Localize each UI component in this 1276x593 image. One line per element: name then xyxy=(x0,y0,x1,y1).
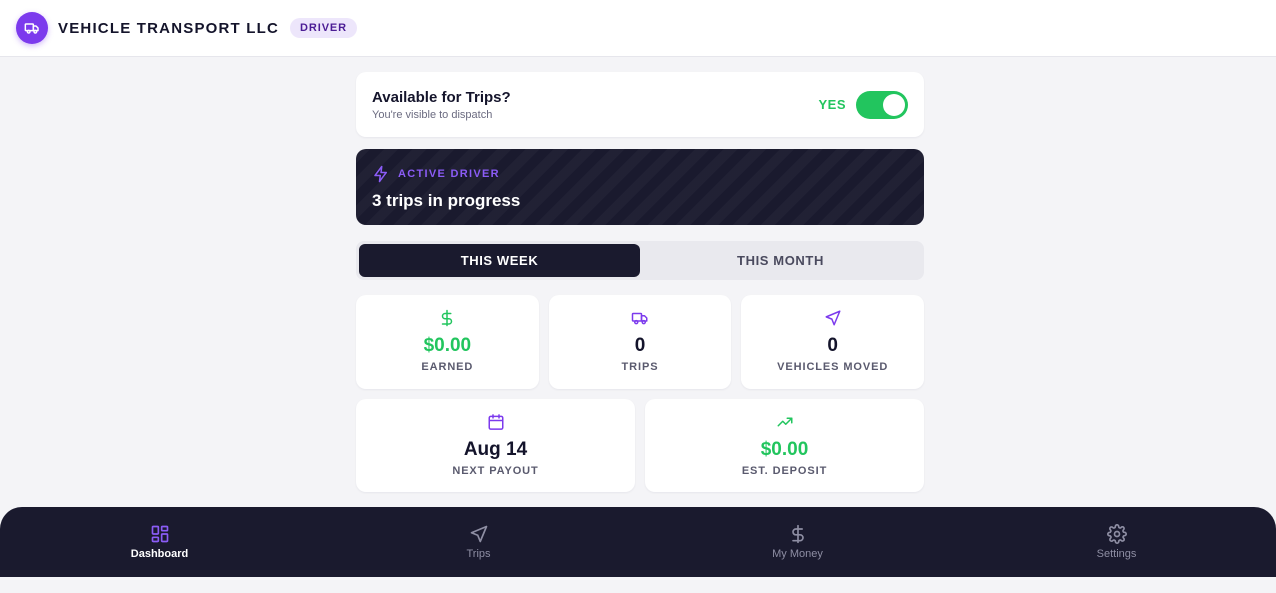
bottom-navigation: Dashboard Trips My Money Settings xyxy=(0,507,1276,577)
bottom-spacer xyxy=(0,577,1276,593)
nav-my-money-label: My Money xyxy=(772,548,823,560)
availability-text: Available for Trips? You're visible to d… xyxy=(372,89,511,121)
dollar-icon xyxy=(442,309,453,327)
vehicles-moved-label: VEHICLES MOVED xyxy=(777,361,889,373)
availability-state-label: YES xyxy=(818,97,846,112)
gear-icon xyxy=(1106,524,1127,544)
dashboard-icon xyxy=(151,525,168,543)
trips-value: 0 xyxy=(634,335,646,356)
active-trips-text: 3 trips in progress xyxy=(372,191,521,210)
availability-subtitle: You're visible to dispatch xyxy=(372,108,493,121)
stat-vehicles-moved: 0 VEHICLES MOVED xyxy=(741,295,925,389)
vehicles-moved-value: 0 xyxy=(827,335,838,356)
trending-up-icon xyxy=(777,417,792,427)
tab-this-month[interactable]: THIS MONTH xyxy=(640,244,921,277)
stats-row-bottom: Aug 14 NEXT PAYOUT $0.00 EST. DEPOSIT xyxy=(356,399,924,492)
nav-dashboard-label: Dashboard xyxy=(130,548,189,560)
lightning-icon xyxy=(374,165,387,183)
availability-control: YES xyxy=(818,90,908,119)
est-deposit-value: $0.00 xyxy=(760,439,809,460)
next-payout-label: NEXT PAYOUT xyxy=(452,465,539,477)
company-name: VEHICLE TRANSPORT LLC xyxy=(58,19,280,37)
toggle-knob xyxy=(883,93,905,116)
active-driver-card: ACTIVE DRIVER 3 trips in progress xyxy=(356,149,924,225)
nav-dashboard[interactable]: Dashboard xyxy=(0,507,319,577)
tab-this-week[interactable]: THIS WEEK xyxy=(359,244,640,277)
calendar-icon xyxy=(488,414,503,430)
est-deposit-label: EST. DEPOSIT xyxy=(741,465,828,477)
nav-trips[interactable]: Trips xyxy=(319,507,638,577)
nav-settings[interactable]: Settings xyxy=(957,507,1276,577)
earned-label: EARNED xyxy=(421,361,474,373)
stat-earned: $0.00 EARNED xyxy=(356,295,539,389)
navigation-icon xyxy=(470,525,487,543)
earned-value: $0.00 xyxy=(423,335,472,356)
trips-label: TRIPS xyxy=(621,361,659,373)
top-header: VEHICLE TRANSPORT LLC DRIVER xyxy=(0,0,1276,57)
stat-trips: 0 TRIPS xyxy=(548,295,732,389)
role-badge: DRIVER xyxy=(290,18,358,38)
availability-toggle[interactable] xyxy=(856,90,908,119)
truck-icon xyxy=(631,312,648,325)
period-tabs: THIS WEEK THIS MONTH xyxy=(356,241,924,280)
active-driver-label: ACTIVE DRIVER xyxy=(398,168,500,180)
nav-trips-label: Trips xyxy=(466,548,491,560)
stat-next-payout: Aug 14 NEXT PAYOUT xyxy=(356,399,635,492)
navigation-icon xyxy=(825,310,841,326)
dashboard-main: Available for Trips? You're visible to d… xyxy=(356,72,925,492)
dollar-icon xyxy=(791,524,804,544)
company-logo[interactable] xyxy=(16,12,48,44)
truck-icon xyxy=(24,23,39,34)
stats-row-top: $0.00 EARNED 0 TRIPS 0 VEHICLES MOVED xyxy=(356,295,925,389)
availability-title: Available for Trips? xyxy=(372,88,511,106)
active-driver-header: ACTIVE DRIVER xyxy=(372,165,908,183)
next-payout-value: Aug 14 xyxy=(463,439,528,460)
nav-my-money[interactable]: My Money xyxy=(638,507,957,577)
nav-settings-label: Settings xyxy=(1096,548,1137,560)
availability-card: Available for Trips? You're visible to d… xyxy=(356,72,924,137)
stat-est-deposit: $0.00 EST. DEPOSIT xyxy=(645,399,924,492)
